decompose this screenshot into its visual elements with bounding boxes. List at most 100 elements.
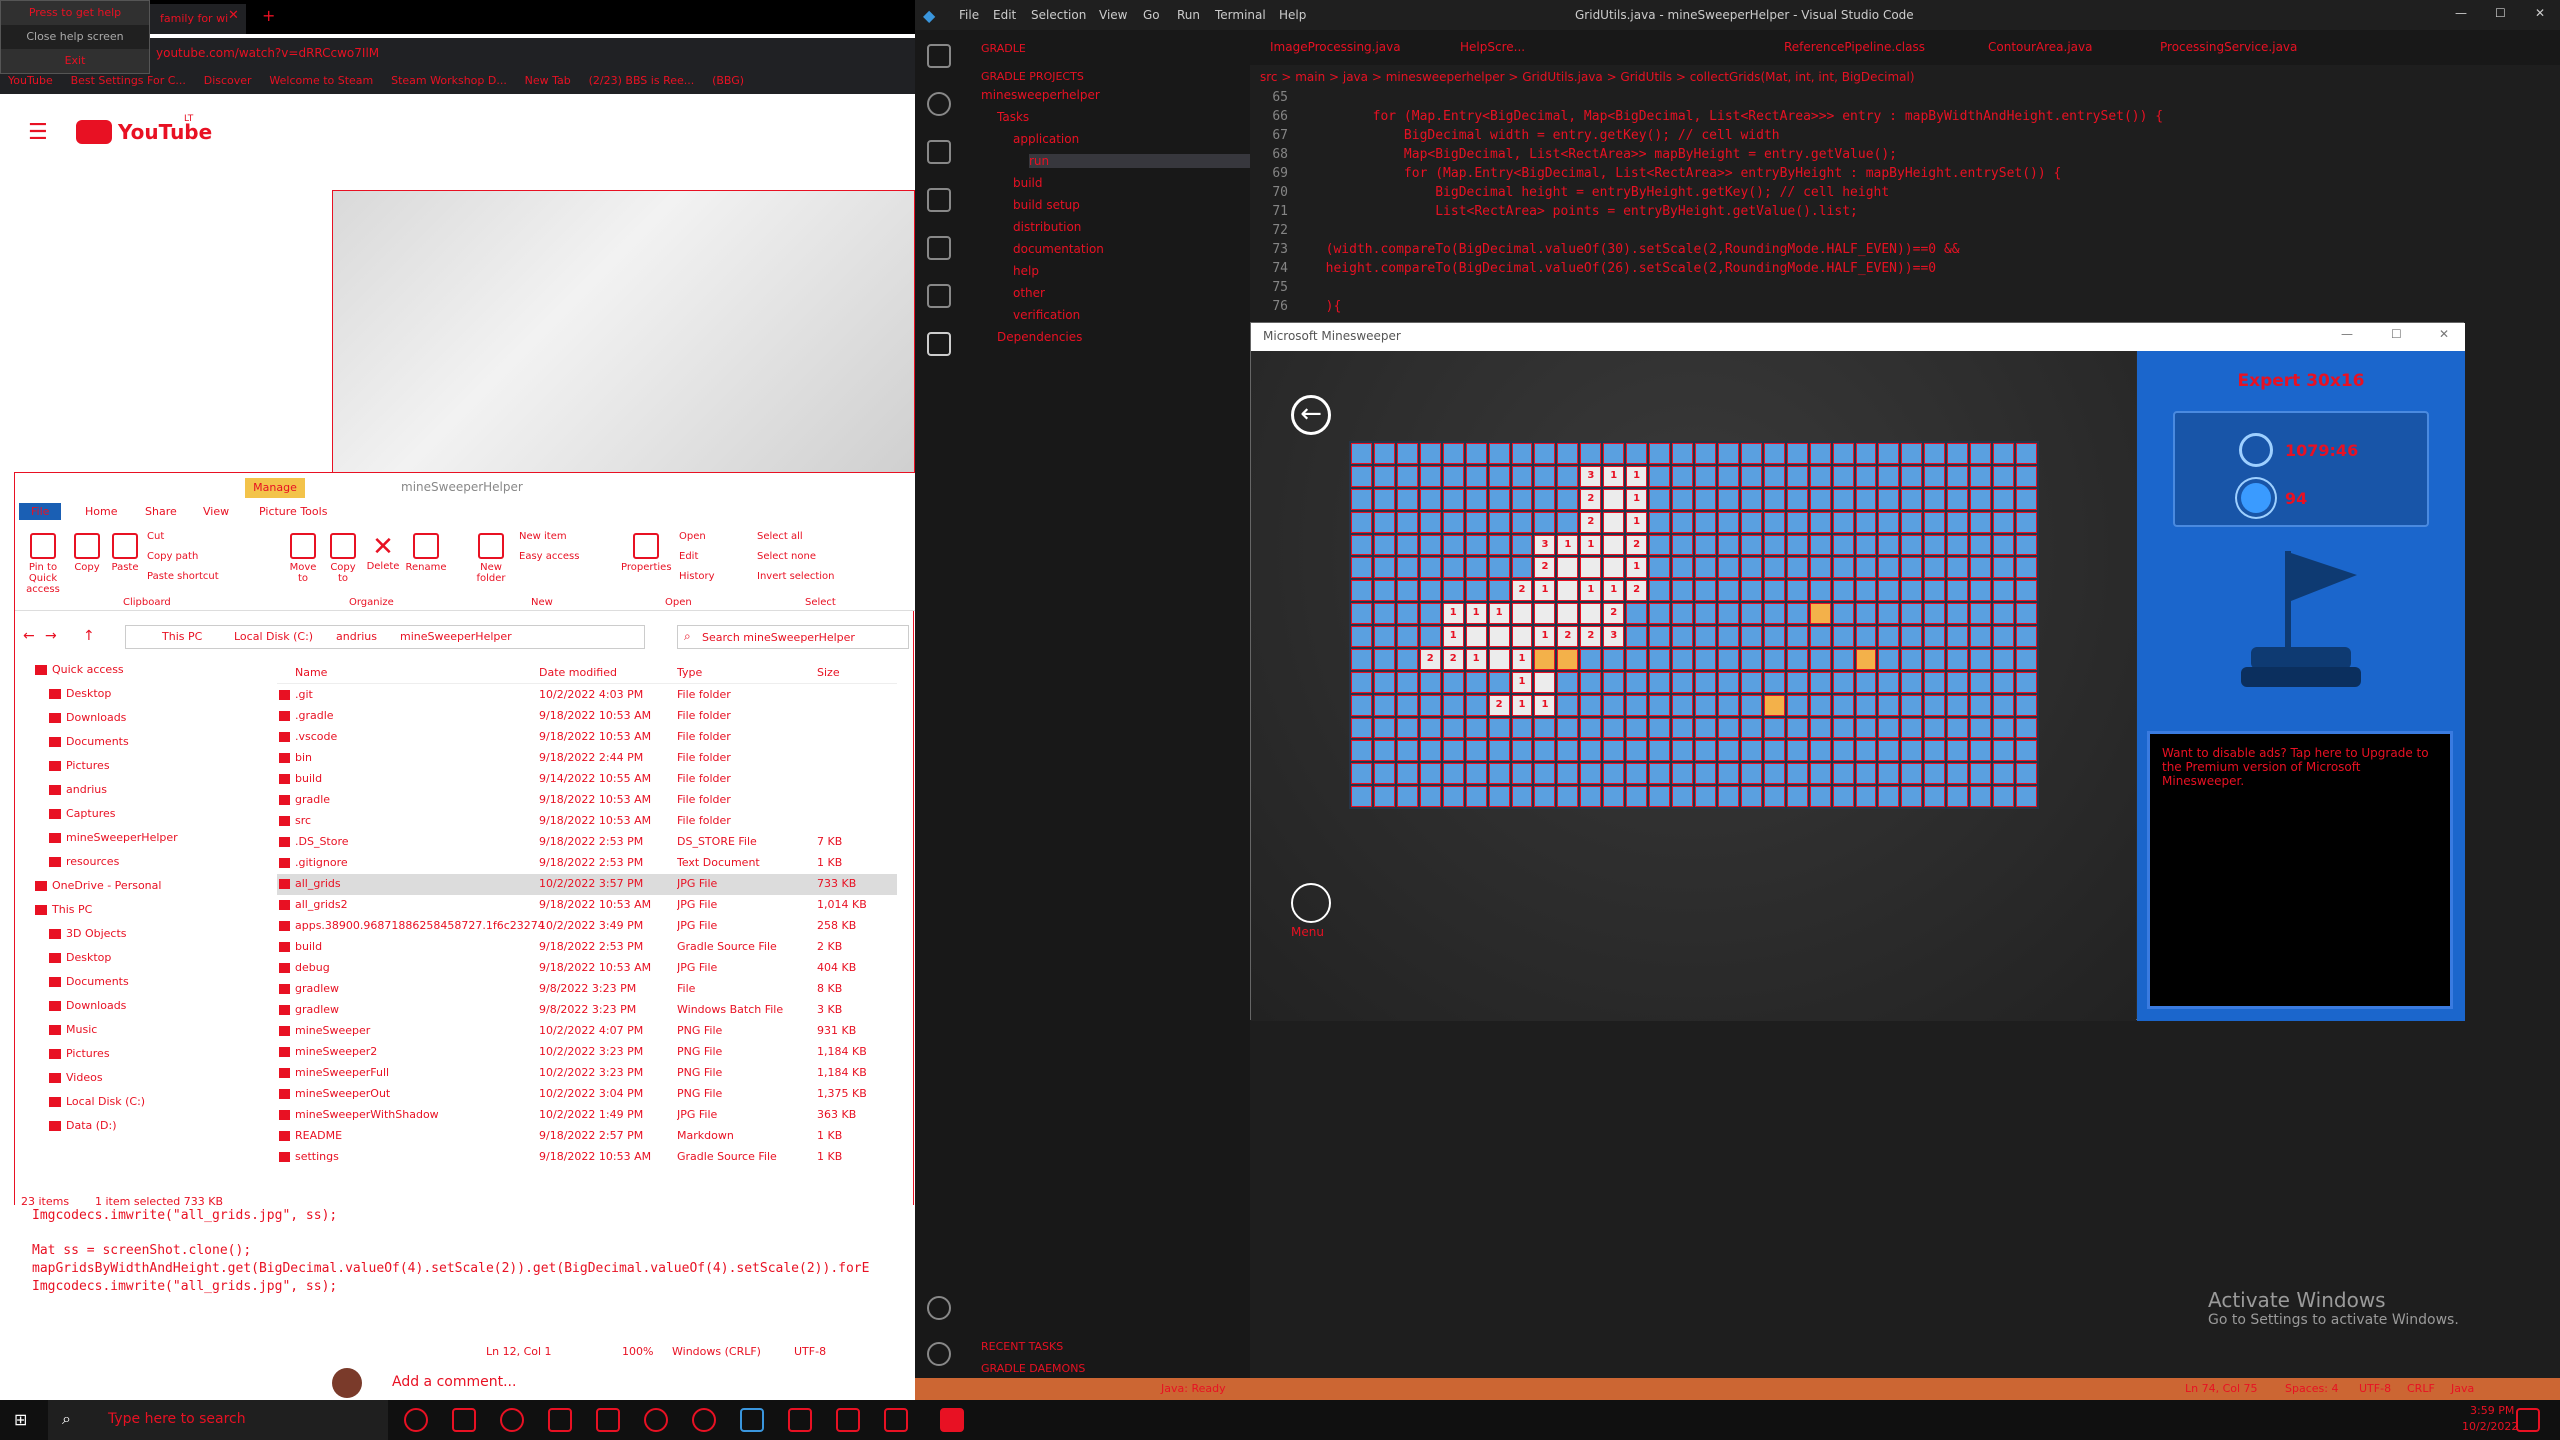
mine-cell[interactable] bbox=[1970, 603, 1992, 624]
mine-cell[interactable] bbox=[1534, 488, 1556, 510]
mine-cell[interactable] bbox=[1740, 694, 1762, 716]
mine-cell[interactable] bbox=[1488, 557, 1510, 579]
mine-cell[interactable] bbox=[1488, 443, 1510, 464]
bookmark-item[interactable]: (2/23) BBS is Ree... bbox=[589, 74, 695, 87]
mine-cell[interactable] bbox=[1855, 511, 1877, 533]
explorer-icon[interactable] bbox=[927, 44, 951, 68]
mine-cell[interactable] bbox=[1488, 786, 1510, 807]
mine-cell[interactable] bbox=[1649, 717, 1671, 739]
mine-cell[interactable] bbox=[1351, 763, 1372, 785]
mine-cell[interactable] bbox=[1694, 626, 1716, 647]
mine-cell[interactable] bbox=[1649, 465, 1671, 487]
select-all-button[interactable]: Select all bbox=[757, 531, 803, 542]
mine-cell[interactable] bbox=[1694, 603, 1716, 624]
mine-cell[interactable] bbox=[1465, 786, 1487, 807]
ribbon-tab-home[interactable]: Home bbox=[85, 505, 117, 518]
tree-item[interactable]: Captures bbox=[49, 807, 115, 820]
paste-shortcut-button[interactable]: Paste shortcut bbox=[147, 571, 219, 582]
mine-cell[interactable] bbox=[1924, 580, 1946, 602]
paste-button[interactable]: Paste bbox=[107, 533, 143, 573]
mine-cell[interactable] bbox=[1396, 717, 1418, 739]
file-row[interactable]: gradlew 9/8/2022 3:23 PM File 8 KB bbox=[277, 979, 897, 1000]
close-icon[interactable]: ✕ bbox=[2439, 327, 2449, 341]
mine-cell[interactable] bbox=[1649, 671, 1671, 693]
mine-cell[interactable] bbox=[1993, 511, 2015, 533]
mine-cell[interactable] bbox=[1511, 740, 1533, 762]
mine-cell[interactable] bbox=[1396, 557, 1418, 579]
breadcrumb-item[interactable]: Local Disk (C:) bbox=[234, 630, 313, 643]
mine-cell[interactable] bbox=[1947, 603, 1969, 624]
mine-cell[interactable] bbox=[1901, 580, 1923, 602]
tree-item[interactable]: Pictures bbox=[49, 759, 110, 772]
mine-cell[interactable] bbox=[1993, 488, 2015, 510]
gradle-tree-item[interactable]: application bbox=[1013, 132, 1079, 146]
pin-quick-access-button[interactable]: Pin to Quick access bbox=[21, 533, 65, 595]
mine-cell[interactable] bbox=[1901, 763, 1923, 785]
clock-time[interactable]: 3:59 PM bbox=[2470, 1404, 2514, 1417]
mine-cell[interactable] bbox=[1672, 694, 1693, 716]
mine-cell[interactable] bbox=[1970, 511, 1992, 533]
editor-tab[interactable]: ProcessingService.java bbox=[2160, 40, 2297, 54]
bookmark-item[interactable]: (BBG) bbox=[712, 74, 744, 87]
delete-button[interactable]: ✕ Delete bbox=[365, 533, 401, 572]
mine-cell[interactable]: 1 bbox=[1626, 465, 1648, 487]
mine-cell[interactable] bbox=[1878, 534, 1900, 556]
mine-cell[interactable] bbox=[1442, 465, 1464, 487]
mine-cell[interactable] bbox=[1993, 580, 2015, 602]
mine-cell[interactable] bbox=[1534, 786, 1556, 807]
close-tab-icon[interactable]: ✕ bbox=[228, 8, 239, 23]
mine-cell[interactable]: 1 bbox=[1465, 603, 1487, 624]
mine-cell[interactable] bbox=[1488, 648, 1510, 670]
mine-cell[interactable] bbox=[1626, 786, 1648, 807]
mine-cell[interactable] bbox=[1878, 717, 1900, 739]
breadcrumb-item[interactable]: andrius bbox=[336, 630, 377, 643]
mine-cell[interactable] bbox=[1717, 763, 1739, 785]
gradle-tree-item[interactable]: build setup bbox=[1013, 198, 1080, 212]
mine-cell[interactable] bbox=[1832, 603, 1854, 624]
mine-cell[interactable] bbox=[1511, 626, 1533, 647]
mine-cell[interactable] bbox=[1970, 740, 1992, 762]
settings-gear-icon[interactable] bbox=[927, 1342, 951, 1366]
mine-cell[interactable] bbox=[1534, 465, 1556, 487]
mine-cell[interactable] bbox=[1901, 671, 1923, 693]
mine-cell[interactable] bbox=[1901, 740, 1923, 762]
mine-cell[interactable] bbox=[1694, 557, 1716, 579]
mine-cell[interactable] bbox=[1557, 786, 1579, 807]
mine-cell[interactable]: 1 bbox=[1626, 511, 1648, 533]
tree-item[interactable]: Pictures bbox=[49, 1047, 110, 1060]
mine-cell[interactable] bbox=[1694, 465, 1716, 487]
mine-cell[interactable]: 1 bbox=[1626, 557, 1648, 579]
mine-cell[interactable] bbox=[1970, 717, 1992, 739]
mine-cell[interactable]: 1 bbox=[1603, 580, 1625, 602]
mine-cell[interactable] bbox=[1396, 534, 1418, 556]
mine-cell[interactable] bbox=[1717, 580, 1739, 602]
mine-cell[interactable] bbox=[1442, 671, 1464, 693]
mine-cell[interactable] bbox=[1534, 671, 1556, 693]
help-menu-exit[interactable]: Exit bbox=[1, 49, 149, 73]
mine-cell[interactable] bbox=[1809, 557, 1831, 579]
mine-cell[interactable]: 2 bbox=[1580, 488, 1602, 510]
mine-cell[interactable] bbox=[1603, 694, 1625, 716]
mine-cell[interactable] bbox=[1603, 511, 1625, 533]
mine-cell[interactable] bbox=[1832, 786, 1854, 807]
open-button[interactable]: Open bbox=[679, 531, 706, 542]
mine-cell[interactable] bbox=[2016, 603, 2037, 624]
mine-cell[interactable] bbox=[1878, 786, 1900, 807]
history-button[interactable]: History bbox=[679, 571, 715, 582]
manage-tab[interactable]: Manage bbox=[245, 478, 305, 498]
mine-cell[interactable] bbox=[1947, 580, 1969, 602]
mine-cell[interactable] bbox=[1396, 648, 1418, 670]
mine-cell[interactable] bbox=[1649, 488, 1671, 510]
mine-cell[interactable] bbox=[1786, 648, 1808, 670]
menu-edit[interactable]: Edit bbox=[993, 8, 1016, 22]
mine-cell[interactable] bbox=[1855, 580, 1877, 602]
mine-cell[interactable] bbox=[1809, 694, 1831, 716]
mine-cell[interactable] bbox=[1763, 717, 1785, 739]
mine-cell[interactable] bbox=[2016, 465, 2037, 487]
mine-cell[interactable] bbox=[1878, 648, 1900, 670]
mine-cell[interactable] bbox=[1809, 511, 1831, 533]
mine-cell[interactable] bbox=[1763, 786, 1785, 807]
mine-cell[interactable] bbox=[1373, 671, 1395, 693]
mine-cell[interactable] bbox=[1649, 443, 1671, 464]
mine-cell[interactable] bbox=[1488, 511, 1510, 533]
